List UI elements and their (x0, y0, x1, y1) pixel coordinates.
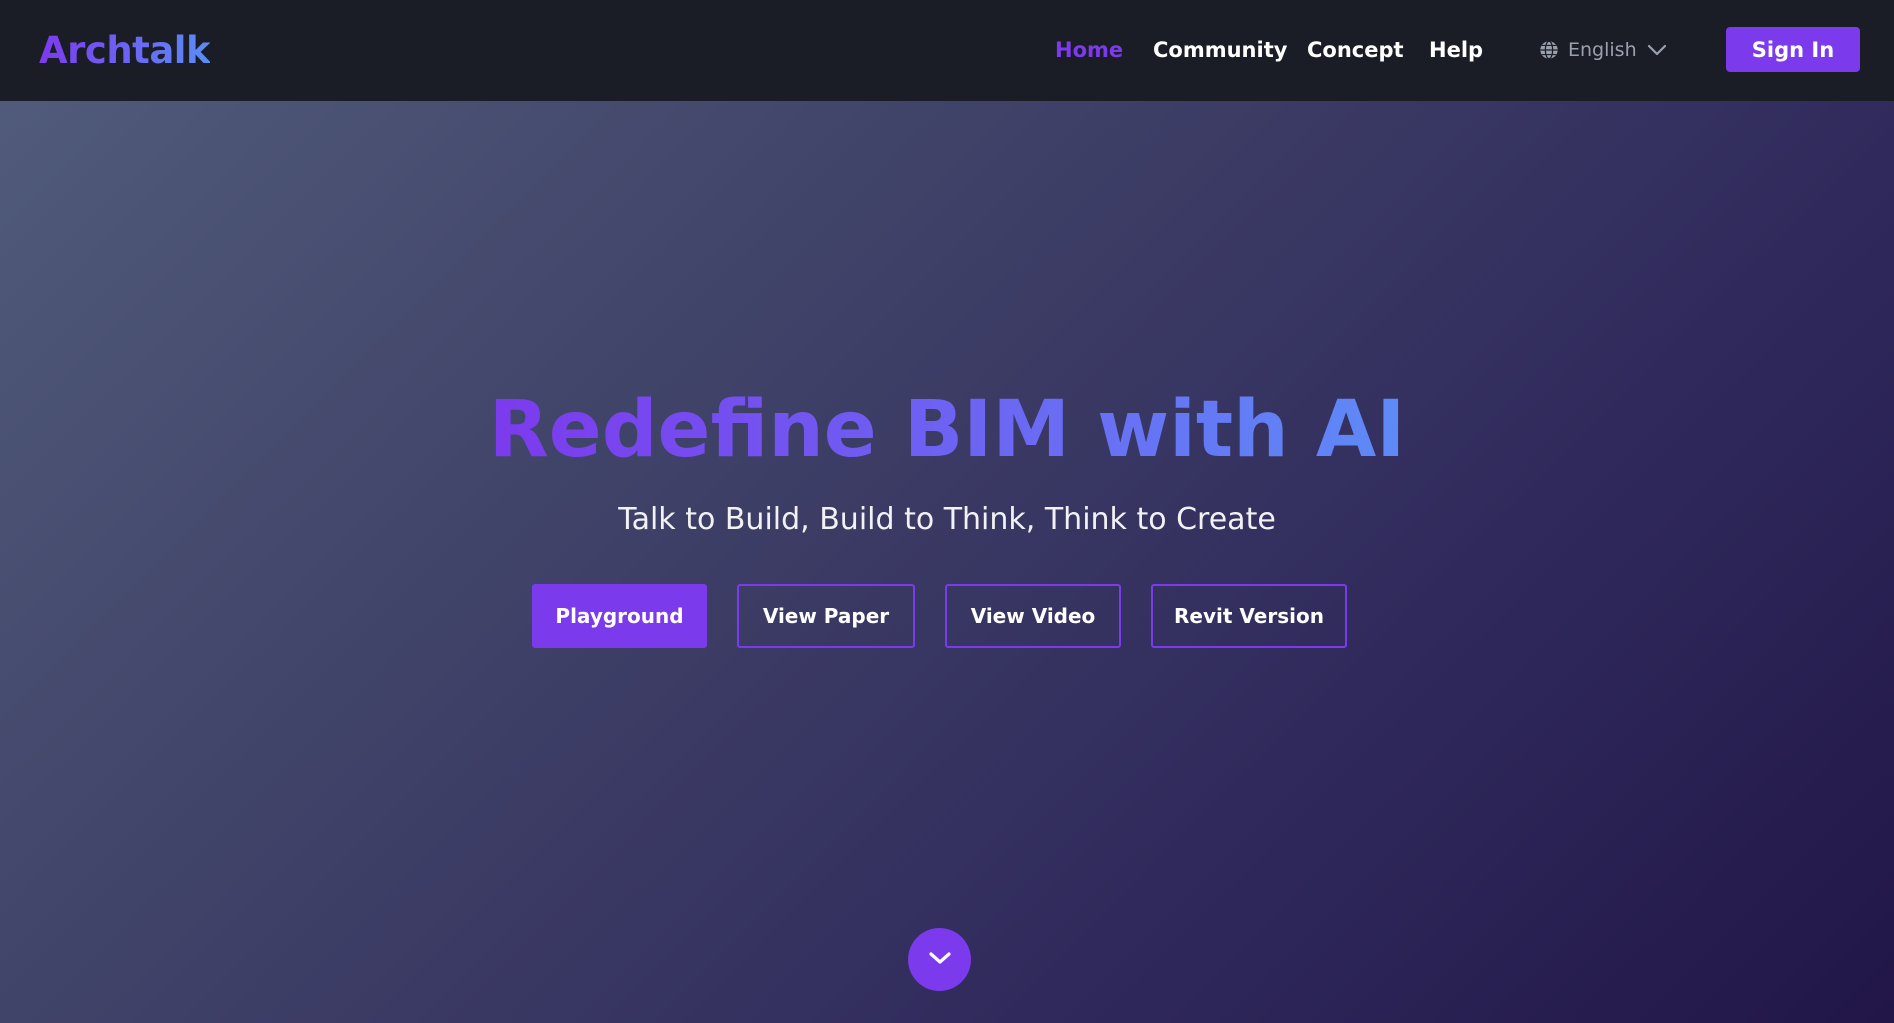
landing-page: Archtalk Home Community Concept Help Eng… (0, 0, 1894, 1023)
top-navbar: Archtalk Home Community Concept Help Eng… (0, 0, 1894, 101)
nav-link-help[interactable]: Help (1429, 0, 1483, 101)
hero-subtitle: Talk to Build, Build to Think, Think to … (618, 502, 1276, 537)
language-selector[interactable]: English (1538, 36, 1667, 64)
playground-button[interactable]: Playground (532, 584, 707, 648)
view-video-button[interactable]: View Video (945, 584, 1121, 648)
revit-version-button[interactable]: Revit Version (1151, 584, 1347, 648)
scroll-down-button[interactable] (908, 928, 971, 991)
sign-in-button[interactable]: Sign In (1726, 27, 1860, 72)
chevron-down-icon (1647, 43, 1667, 57)
globe-icon (1538, 39, 1560, 61)
hero-title: Redefine BIM with AI (0, 380, 1894, 480)
language-label: English (1568, 39, 1637, 61)
view-paper-button[interactable]: View Paper (737, 584, 915, 648)
nav-link-community[interactable]: Community (1153, 0, 1287, 101)
nav-link-home[interactable]: Home (1055, 0, 1123, 101)
brand-logo[interactable]: Archtalk (39, 0, 211, 101)
hero-title-text: Redefine BIM with AI (488, 385, 1406, 475)
nav-link-concept[interactable]: Concept (1307, 0, 1404, 101)
chevron-down-icon (927, 949, 953, 970)
